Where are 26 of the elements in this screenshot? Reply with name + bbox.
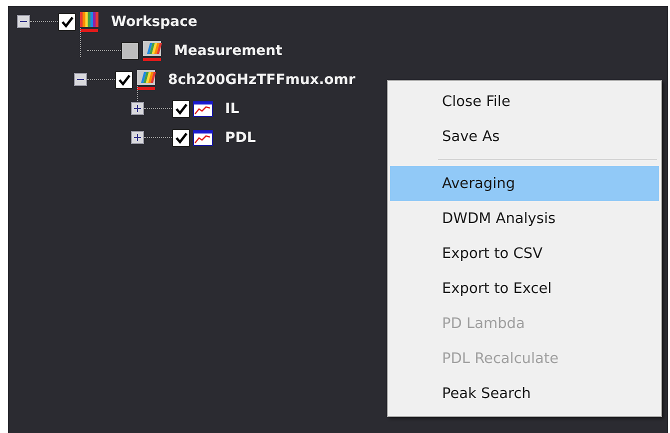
spectrum-file-icon xyxy=(142,40,162,62)
color-bars-icon xyxy=(79,10,99,32)
checkbox[interactable] xyxy=(115,70,133,88)
line-graph-icon xyxy=(193,130,213,146)
collapse-button[interactable] xyxy=(74,73,87,86)
menu-item[interactable]: Averaging xyxy=(390,166,659,201)
checkbox[interactable] xyxy=(121,42,139,60)
menu-item[interactable]: Close File xyxy=(390,84,659,119)
checkbox[interactable] xyxy=(58,12,76,30)
menu-item[interactable]: Export to Excel xyxy=(390,271,659,306)
menu-item[interactable]: Peak Search xyxy=(390,376,659,411)
checkbox[interactable] xyxy=(172,100,190,118)
tree-item-label[interactable]: PDL xyxy=(225,130,256,146)
expand-button[interactable] xyxy=(131,131,144,144)
checkbox[interactable] xyxy=(172,128,190,146)
tree-item-label[interactable]: IL xyxy=(225,100,240,116)
spectrum-file-icon xyxy=(136,68,156,90)
expand-button[interactable] xyxy=(131,102,144,115)
menu-item[interactable]: Save As xyxy=(390,119,659,154)
tree-item-label[interactable]: Measurement xyxy=(174,42,282,58)
menu-item[interactable]: DWDM Analysis xyxy=(390,201,659,236)
tree-item-label[interactable]: 8ch200GHzTFFmux.omr xyxy=(168,72,356,88)
menu-item[interactable]: Export to CSV xyxy=(390,236,659,271)
collapse-button[interactable] xyxy=(17,15,30,28)
tree-item-label[interactable]: Workspace xyxy=(111,14,198,30)
line-graph-icon xyxy=(193,100,213,116)
